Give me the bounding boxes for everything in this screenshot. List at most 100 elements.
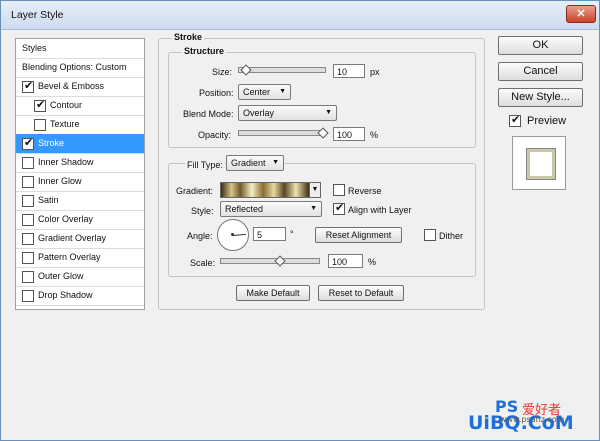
style-item-checkbox[interactable] (34, 119, 46, 131)
style-item-checkbox[interactable]: ✔ (22, 80, 34, 93)
style-item-inner-shadow[interactable]: Inner Shadow (16, 153, 144, 173)
style-item-pattern-overlay[interactable]: Pattern Overlay (16, 248, 144, 268)
angle-center-dot (231, 233, 234, 236)
style-item-checkbox[interactable] (22, 157, 34, 169)
position-value: Center (243, 87, 271, 97)
style-item-label: Contour (50, 100, 83, 110)
preview-checkbox[interactable]: ✔ (509, 114, 521, 127)
size-field[interactable]: 10 (333, 64, 365, 78)
reset-to-default-button[interactable]: Reset to Default (318, 285, 404, 301)
style-item-label: Inner Glow (38, 176, 82, 186)
reset-alignment-button[interactable]: Reset Alignment (315, 227, 402, 243)
reverse-checkbox[interactable] (333, 184, 345, 196)
check-icon: ✔ (24, 80, 34, 92)
styles-list: Styles Blending Options: Custom ✔ Bevel & E… (15, 38, 145, 310)
style-item-label: Texture (50, 119, 80, 129)
style-item-label: Drop Shadow (38, 290, 93, 300)
check-icon: ✔ (511, 114, 521, 126)
style-item-label: Styles (22, 43, 47, 53)
opacity-slider[interactable] (238, 127, 329, 139)
size-unit: px (370, 67, 380, 77)
ok-button[interactable]: OK (498, 36, 583, 55)
blend-mode-value: Overlay (243, 108, 275, 118)
style-item-inner-glow[interactable]: Inner Glow (16, 172, 144, 192)
scale-unit: % (368, 257, 377, 267)
align-with-layer-label: Align with Layer (348, 205, 412, 215)
align-with-layer-checkbox[interactable]: ✔ (333, 202, 345, 215)
chevron-down-icon: ▼ (325, 109, 332, 116)
blend-mode-select[interactable]: Overlay ▼ (238, 105, 337, 121)
style-item-label: Stroke (38, 138, 65, 148)
angle-dial[interactable] (217, 219, 249, 251)
style-item-blending-options-custom[interactable]: Blending Options: Custom (16, 58, 144, 78)
style-preview-thumbnail (512, 136, 566, 190)
style-item-checkbox[interactable] (22, 233, 34, 245)
size-slider[interactable] (238, 64, 326, 76)
structure-title: Structure (182, 46, 227, 56)
angle-indicator (233, 233, 247, 236)
gradient-swatch[interactable] (220, 182, 310, 198)
scale-field[interactable]: 100 (328, 254, 363, 268)
style-item-checkbox[interactable]: ✔ (34, 99, 46, 112)
make-default-button[interactable]: Make Default (236, 285, 310, 301)
style-item-label: Bevel & Emboss (38, 81, 105, 91)
opacity-label: Opacity: (198, 130, 232, 140)
close-button[interactable]: ✕ (566, 5, 596, 23)
style-item-checkbox[interactable] (22, 214, 34, 226)
style-item-checkbox[interactable] (22, 271, 34, 283)
style-item-label: Satin (38, 195, 59, 205)
style-item-checkbox[interactable] (22, 195, 34, 207)
position-select[interactable]: Center ▼ (238, 84, 291, 100)
style-item-bevel-emboss[interactable]: ✔ Bevel & Emboss (16, 77, 144, 97)
new-style-button[interactable]: New Style... (498, 88, 583, 107)
style-item-checkbox[interactable] (22, 290, 34, 302)
chevron-down-icon: ▼ (311, 186, 319, 193)
title-bar: Layer Style ✕ (1, 1, 599, 30)
style-item-satin[interactable]: Satin (16, 191, 144, 211)
check-icon: ✔ (335, 202, 345, 214)
check-icon: ✔ (24, 137, 34, 149)
gradient-label: Gradient: (176, 186, 214, 196)
stroke-title: Stroke (172, 32, 205, 42)
style-item-label: Color Overlay (38, 214, 94, 224)
style-item-drop-shadow[interactable]: Drop Shadow (16, 286, 144, 306)
preview-label: Preview (527, 115, 567, 127)
style-item-stroke[interactable]: ✔ Stroke (16, 134, 144, 154)
chevron-down-icon: ▼ (310, 205, 317, 212)
scale-slider[interactable] (220, 255, 320, 267)
dither-label: Dither (439, 231, 464, 241)
dialog-title: Layer Style (11, 9, 64, 21)
style-item-label: Pattern Overlay (38, 252, 101, 262)
style-item-styles[interactable]: Styles (16, 39, 144, 59)
style-item-contour[interactable]: ✔ Contour (16, 96, 144, 116)
dither-checkbox[interactable] (424, 229, 436, 241)
gradient-picker-arrow[interactable]: ▼ (309, 182, 321, 198)
style-item-texture[interactable]: Texture (16, 115, 144, 135)
style-label: Style: (191, 206, 214, 216)
style-item-gradient-overlay[interactable]: Gradient Overlay (16, 229, 144, 249)
cancel-button[interactable]: Cancel (498, 62, 583, 81)
size-label: Size: (212, 67, 233, 77)
opacity-field[interactable]: 100 (333, 127, 365, 141)
style-item-color-overlay[interactable]: Color Overlay (16, 210, 144, 230)
scale-label: Scale: (190, 258, 216, 268)
fill-type-value: Gradient (231, 158, 266, 168)
angle-field[interactable]: 5 (253, 227, 286, 241)
style-item-label: Gradient Overlay (38, 233, 107, 243)
style-item-checkbox[interactable] (22, 252, 34, 264)
style-select[interactable]: Reflected ▼ (220, 201, 322, 217)
chevron-down-icon: ▼ (272, 159, 279, 166)
fill-type-select[interactable]: Gradient ▼ (226, 155, 284, 171)
reverse-label: Reverse (348, 186, 382, 196)
angle-label: Angle: (187, 231, 213, 241)
style-item-outer-glow[interactable]: Outer Glow (16, 267, 144, 287)
preview-square (527, 149, 555, 179)
fill-type-label: Fill Type: (185, 160, 225, 170)
check-icon: ✔ (36, 99, 46, 111)
opacity-unit: % (370, 130, 379, 140)
position-label: Position: (199, 88, 234, 98)
watermark-site: www.psahz.com (500, 415, 565, 424)
style-item-checkbox[interactable]: ✔ (22, 137, 34, 150)
style-item-label: Outer Glow (38, 271, 84, 281)
style-item-checkbox[interactable] (22, 176, 34, 188)
